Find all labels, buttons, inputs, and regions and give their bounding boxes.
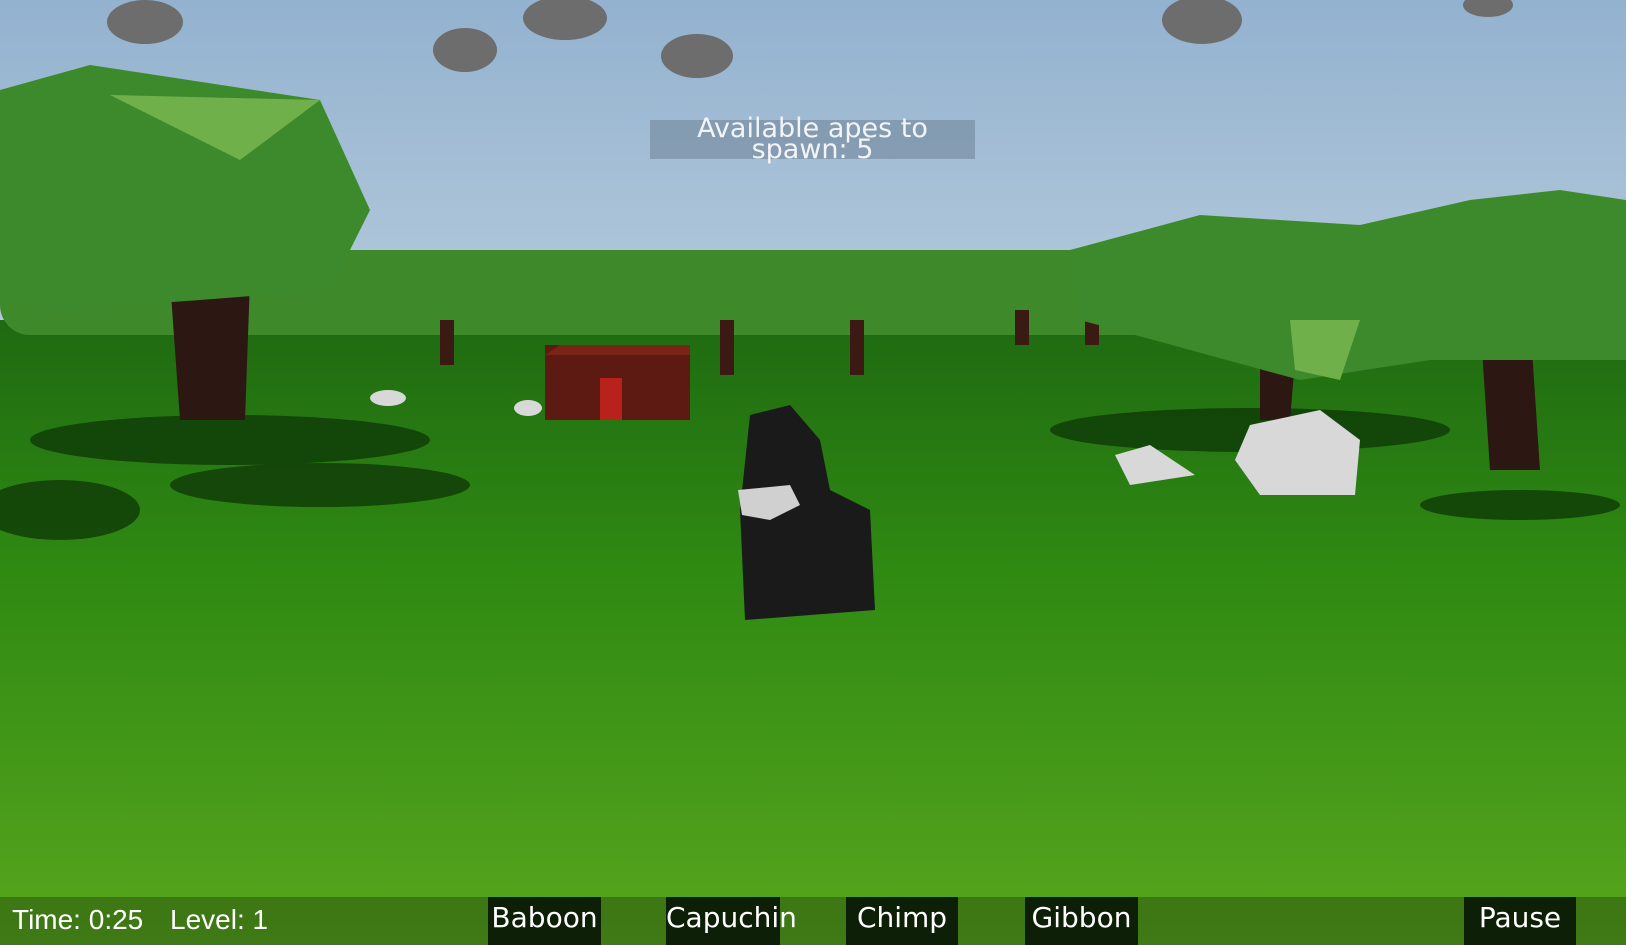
available-apes-text: Available apes to spawn: 5: [697, 113, 928, 165]
time-label: Time: 0:25: [12, 904, 144, 935]
level-label: Level: 1: [170, 904, 269, 935]
chimp-button[interactable]: Chimp: [846, 897, 958, 945]
human-figure: [600, 378, 622, 420]
baboon-button[interactable]: Baboon: [488, 897, 601, 945]
capuchin-button[interactable]: Capuchin: [666, 897, 797, 945]
hut: [545, 345, 690, 420]
pause-button[interactable]: Pause: [1464, 897, 1576, 945]
gibbon-button[interactable]: Gibbon: [1025, 897, 1138, 945]
